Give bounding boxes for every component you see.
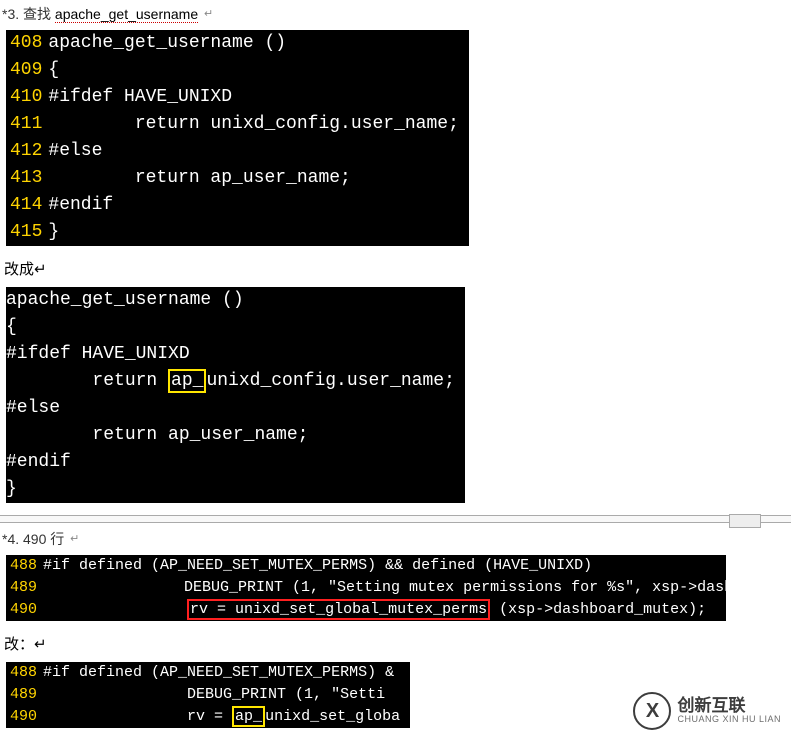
code-line: 412#else bbox=[6, 138, 469, 165]
code-line: } bbox=[6, 476, 465, 503]
code-line: 490 rv = unixd_set_global_mutex_perms (x… bbox=[6, 599, 726, 621]
heading-text: *4. 490 行 bbox=[2, 531, 64, 547]
newline-mark-icon: ↵ bbox=[70, 533, 79, 545]
code-line: 490 rv = ap_unixd_set_globa bbox=[6, 706, 410, 728]
code-line: 413 return ap_user_name; bbox=[6, 165, 469, 192]
code-text: #endif bbox=[6, 449, 81, 476]
code-block-original-4: 488#if defined (AP_NEED_SET_MUTEX_PERMS)… bbox=[6, 555, 726, 621]
label-change: 改：↵ bbox=[0, 627, 791, 658]
code-text: #else bbox=[48, 138, 112, 165]
code-text: #endif bbox=[48, 192, 123, 219]
code-block-modified-4: 488#if defined (AP_NEED_SET_MUTEX_PERMS)… bbox=[6, 662, 410, 728]
code-line-modified: return ap_unixd_config.user_name; bbox=[6, 368, 465, 395]
code-line: #ifdef HAVE_UNIXD bbox=[6, 341, 465, 368]
code-line: 411 return unixd_config.user_name; bbox=[6, 111, 469, 138]
label-change-to: 改成↵ bbox=[0, 252, 791, 283]
watermark: X 创新互联 CHUANG XIN HU LIAN bbox=[633, 692, 781, 730]
line-number: 414 bbox=[6, 192, 48, 219]
highlight-yellow: ap_ bbox=[232, 706, 265, 727]
line-number: 489 bbox=[6, 684, 43, 706]
highlight-red: rv = unixd_set_global_mutex_perms bbox=[187, 599, 490, 620]
code-text: } bbox=[6, 476, 27, 503]
watermark-logo-icon: X bbox=[633, 692, 671, 730]
highlight-yellow: ap_ bbox=[168, 369, 206, 393]
line-number: 489 bbox=[6, 577, 40, 599]
newline-mark-icon: ↵ bbox=[204, 8, 213, 20]
code-line: 415} bbox=[6, 219, 469, 246]
line-number: 412 bbox=[6, 138, 48, 165]
line-number: 413 bbox=[6, 165, 48, 192]
line-number: 410 bbox=[6, 84, 48, 111]
line-number: 409 bbox=[6, 57, 48, 84]
watermark-en: CHUANG XIN HU LIAN bbox=[677, 715, 781, 725]
line-number: 408 bbox=[6, 30, 48, 57]
heading-section-4: *4. 490 行 ↵ bbox=[0, 525, 791, 551]
code-text: #ifdef HAVE_UNIXD bbox=[48, 84, 242, 111]
code-block-original-3: 408apache_get_username ()409{410#ifdef H… bbox=[6, 30, 469, 246]
code-line: apache_get_username () bbox=[6, 287, 465, 314]
code-text: return ap_user_name; bbox=[6, 422, 318, 449]
line-number: 490 bbox=[6, 599, 43, 621]
line-number: 415 bbox=[6, 219, 48, 246]
code-line: #else bbox=[6, 395, 465, 422]
code-text: } bbox=[48, 219, 69, 246]
code-text: { bbox=[48, 57, 69, 84]
code-line: { bbox=[6, 314, 465, 341]
code-line: #endif bbox=[6, 449, 465, 476]
code-line: 408apache_get_username () bbox=[6, 30, 469, 57]
code-text: #ifdef HAVE_UNIXD bbox=[6, 341, 200, 368]
code-line: 410#ifdef HAVE_UNIXD bbox=[6, 84, 469, 111]
watermark-cn: 创新互联 bbox=[677, 697, 781, 716]
code-line: 488#if defined (AP_NEED_SET_MUTEX_PERMS)… bbox=[6, 555, 726, 577]
code-line: 409{ bbox=[6, 57, 469, 84]
code-block-modified-3: apache_get_username (){#ifdef HAVE_UNIXD… bbox=[6, 287, 465, 503]
code-text: #else bbox=[6, 395, 70, 422]
code-text: apache_get_username () bbox=[6, 287, 254, 314]
line-number: 411 bbox=[6, 111, 48, 138]
code-text: { bbox=[6, 314, 27, 341]
heading-term: apache_get_username bbox=[55, 6, 198, 23]
code-line: 414#endif bbox=[6, 192, 469, 219]
line-number: 488 bbox=[6, 662, 43, 684]
heading-section-3: *3. 查找 apache_get_username ↵ bbox=[0, 0, 791, 26]
code-text: return ap_user_name; bbox=[48, 165, 360, 192]
code-line: 488#if defined (AP_NEED_SET_MUTEX_PERMS)… bbox=[6, 662, 410, 684]
code-line: 489 DEBUG_PRINT (1, "Setti bbox=[6, 684, 410, 706]
code-text: return unixd_config.user_name; bbox=[48, 111, 468, 138]
divider bbox=[0, 515, 791, 523]
line-number: 488 bbox=[6, 555, 43, 577]
code-line: 489 DEBUG_PRINT (1, "Setting mutex permi… bbox=[6, 577, 726, 599]
heading-prefix: *3. 查找 bbox=[2, 6, 55, 22]
code-line: return ap_user_name; bbox=[6, 422, 465, 449]
code-text: apache_get_username () bbox=[48, 30, 296, 57]
line-number: 490 bbox=[6, 706, 43, 728]
